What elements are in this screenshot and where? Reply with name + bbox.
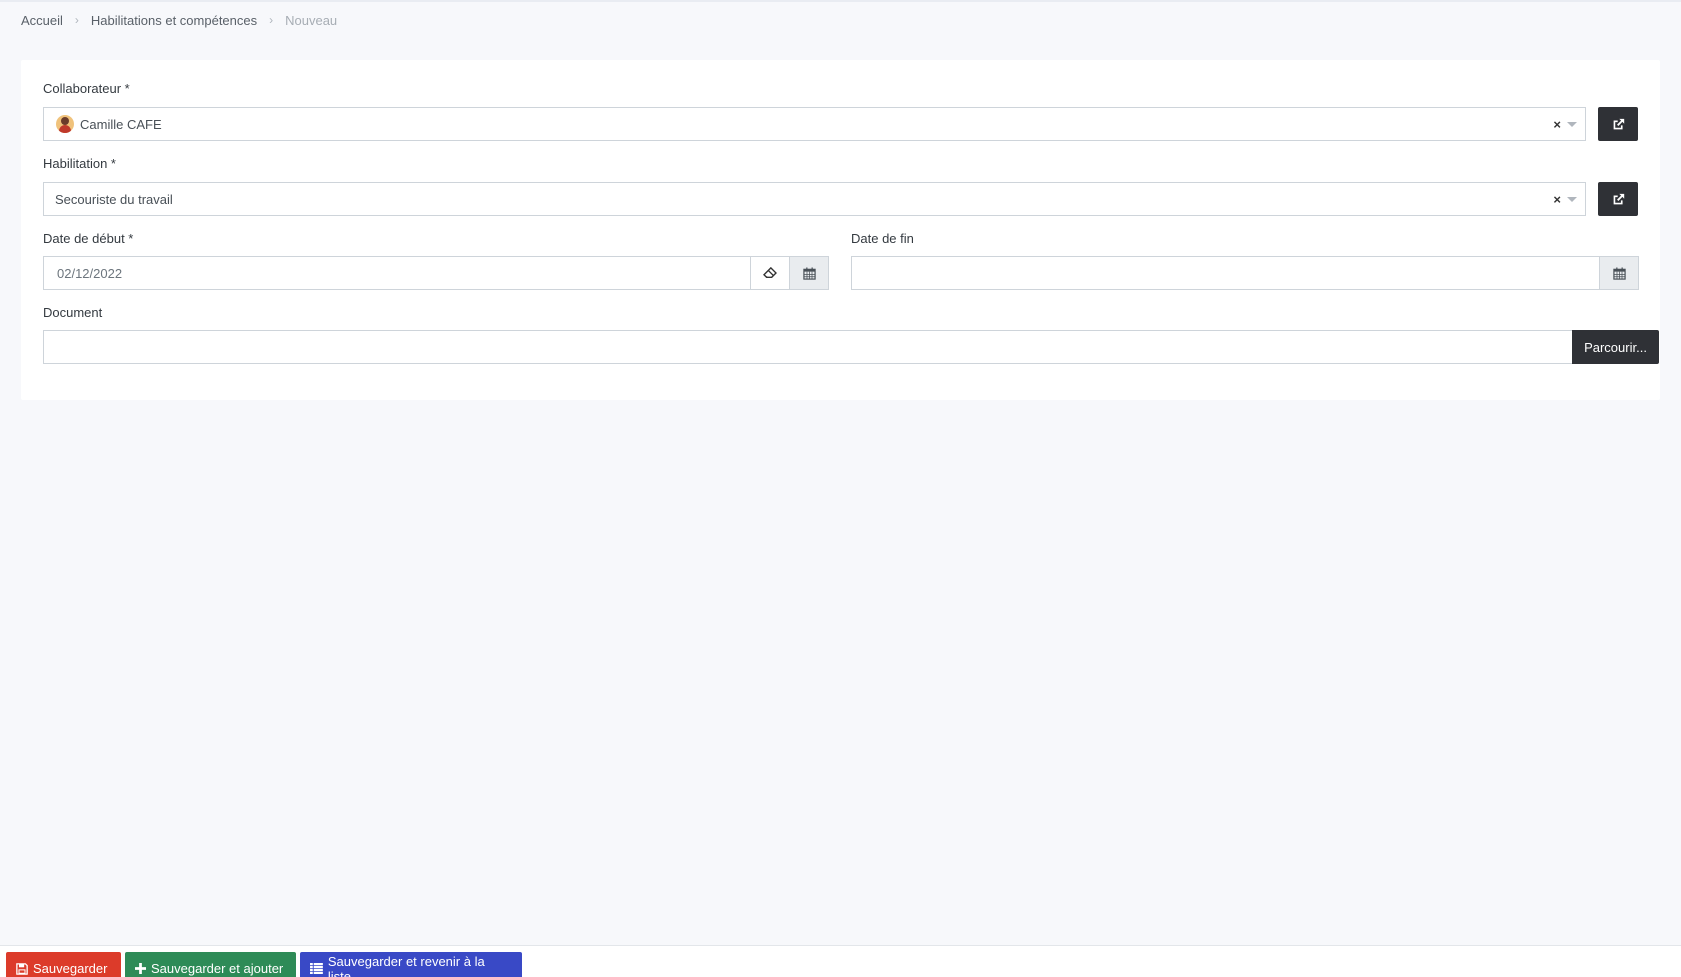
- external-link-icon: [1613, 118, 1624, 129]
- calendar-icon: [802, 266, 816, 280]
- date-debut-input[interactable]: 02/12/2022: [43, 256, 751, 290]
- external-link-icon: [1613, 193, 1624, 204]
- save-icon: [16, 962, 28, 975]
- collaborateur-value: Camille CAFE: [80, 116, 162, 132]
- eraser-icon: [763, 267, 777, 278]
- save-and-return-button[interactable]: Sauvegarder et revenir à la liste: [300, 952, 522, 977]
- save-and-add-button[interactable]: Sauvegarder et ajouter: [125, 952, 296, 977]
- save-and-add-button-label: Sauvegarder et ajouter: [151, 961, 284, 976]
- calendar-icon: [1612, 266, 1626, 280]
- collaborateur-select[interactable]: Camille CAFE ×: [43, 107, 1586, 141]
- clear-icon[interactable]: ×: [1553, 193, 1561, 206]
- habilitation-value: Secouriste du travail: [55, 191, 173, 207]
- clear-icon[interactable]: ×: [1553, 118, 1561, 131]
- browse-button[interactable]: Parcourir...: [1572, 330, 1659, 364]
- chevron-down-icon[interactable]: [1567, 121, 1577, 127]
- open-habilitation-button[interactable]: [1598, 182, 1638, 216]
- date-fin-label: Date de fin: [851, 231, 914, 246]
- avatar: [56, 115, 74, 133]
- habilitation-select[interactable]: Secouriste du travail ×: [43, 182, 1586, 216]
- top-border: [0, 0, 1681, 2]
- form-card: Collaborateur * Camille CAFE × Habilitat…: [21, 60, 1660, 400]
- chevron-down-icon[interactable]: [1567, 196, 1577, 202]
- calendar-fin-button[interactable]: [1599, 256, 1639, 290]
- open-collaborateur-button[interactable]: [1598, 107, 1638, 141]
- save-button-label: Sauvegarder: [33, 961, 108, 976]
- save-and-return-button-label: Sauvegarder et revenir à la liste: [327, 953, 485, 977]
- document-input[interactable]: [43, 330, 1573, 364]
- calendar-debut-button[interactable]: [789, 256, 829, 290]
- date-debut-value: 02/12/2022: [57, 265, 123, 281]
- collaborateur-label: Collaborateur *: [43, 81, 130, 96]
- clear-date-button[interactable]: [750, 256, 790, 290]
- breadcrumb: Accueil › Habilitations et compétences ›…: [21, 12, 337, 28]
- habilitation-label: Habilitation *: [43, 156, 116, 171]
- document-label: Document: [43, 305, 103, 320]
- date-fin-input[interactable]: [851, 256, 1600, 290]
- select-controls: ×: [1553, 183, 1577, 215]
- date-debut-label: Date de début *: [43, 231, 134, 246]
- select-controls: ×: [1553, 108, 1577, 140]
- chevron-right-icon: ›: [74, 13, 79, 27]
- list-icon: [310, 963, 323, 974]
- breadcrumb-item-accueil[interactable]: Accueil: [21, 13, 63, 28]
- breadcrumb-item-habilitations[interactable]: Habilitations et compétences: [91, 13, 257, 28]
- plus-icon: [135, 963, 146, 974]
- chevron-right-icon: ›: [269, 13, 274, 27]
- breadcrumb-current: Nouveau: [285, 12, 338, 28]
- save-button[interactable]: Sauvegarder: [6, 952, 121, 977]
